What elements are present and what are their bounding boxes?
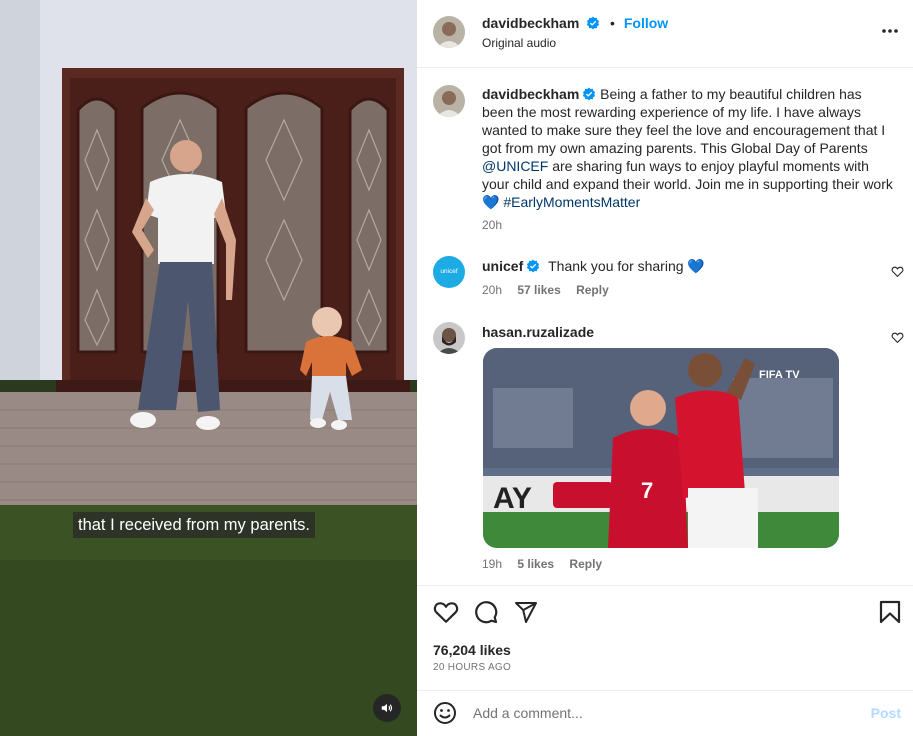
comment-composer: Post	[417, 690, 913, 736]
mention-link[interactable]: @UNICEF	[482, 158, 548, 174]
comment-time[interactable]: 20h	[482, 283, 502, 297]
blue-heart-emoji: 💙	[687, 258, 705, 274]
comment-icon[interactable]	[474, 600, 498, 624]
separator-dot: •	[610, 15, 615, 31]
caption-meta: 20h	[482, 218, 514, 232]
comment-body: hasan.ruzalizade	[482, 323, 594, 341]
caption-username[interactable]: davidbeckham	[482, 86, 579, 102]
avatar[interactable]	[433, 16, 465, 48]
bookmark-icon[interactable]	[879, 600, 901, 624]
sound-toggle-button[interactable]	[373, 694, 401, 722]
comment-username[interactable]: hasan.ruzalizade	[482, 324, 594, 340]
post-actions: 76,204 likes 20 HOURS AGO Post	[417, 585, 913, 736]
svg-text:unicef: unicef	[440, 268, 458, 275]
more-options-icon[interactable]	[881, 28, 899, 34]
likes-count[interactable]: 76,204 likes	[433, 642, 511, 658]
emoji-icon[interactable]	[433, 701, 457, 725]
reply-button[interactable]: Reply	[576, 283, 609, 297]
post-header: davidbeckham • Follow Original audio	[417, 0, 913, 68]
comment-time[interactable]: 19h	[482, 557, 502, 571]
verified-badge-icon	[587, 16, 600, 30]
blue-heart-emoji: 💙	[482, 194, 500, 210]
comment-text: Thank you for sharing	[548, 258, 688, 274]
reply-button[interactable]: Reply	[569, 557, 602, 571]
comment-likes[interactable]: 5 likes	[517, 557, 554, 571]
comment-meta: 19h 5 likes Reply	[482, 557, 614, 571]
video-frame	[0, 0, 417, 736]
caption-text: davidbeckham Being a father to my beauti…	[482, 85, 894, 211]
comment-meta: 20h 57 likes Reply	[482, 283, 621, 297]
audio-link[interactable]: Original audio	[482, 36, 556, 50]
hashtag-link[interactable]: #EarlyMomentsMatter	[503, 194, 640, 210]
comment-image[interactable]: AY 7 FIFA TV	[483, 348, 839, 548]
video-subtitle: that I received from my parents.	[73, 512, 316, 538]
avatar[interactable]: unicef	[433, 256, 465, 288]
heart-icon[interactable]	[433, 600, 459, 624]
post-panel: davidbeckham • Follow Original audio dav…	[417, 0, 913, 736]
author-username[interactable]: davidbeckham	[482, 15, 579, 31]
caption-time[interactable]: 20h	[482, 218, 502, 232]
comment-input[interactable]	[473, 703, 853, 723]
comment-username[interactable]: unicef	[482, 258, 523, 274]
svg-text:7: 7	[641, 478, 653, 503]
fifa-tv-watermark: FIFA TV	[759, 369, 800, 381]
video-player[interactable]: that I received from my parents.	[0, 0, 417, 736]
heart-icon[interactable]	[891, 265, 904, 278]
comment-likes[interactable]: 57 likes	[517, 283, 560, 297]
avatar[interactable]	[433, 85, 465, 117]
heart-icon[interactable]	[891, 331, 904, 344]
follow-button[interactable]: Follow	[624, 15, 668, 31]
verified-badge-icon	[583, 87, 596, 101]
verified-badge-icon	[527, 259, 540, 273]
share-icon[interactable]	[514, 600, 538, 624]
avatar[interactable]	[433, 322, 465, 354]
post-timestamp[interactable]: 20 HOURS AGO	[433, 662, 511, 673]
comment-body: unicef Thank you for sharing 💙	[482, 257, 705, 275]
post-button[interactable]: Post	[871, 705, 901, 721]
svg-text:AY: AY	[493, 482, 532, 515]
speaker-icon	[381, 703, 393, 713]
header-title-row: davidbeckham • Follow	[482, 15, 668, 31]
